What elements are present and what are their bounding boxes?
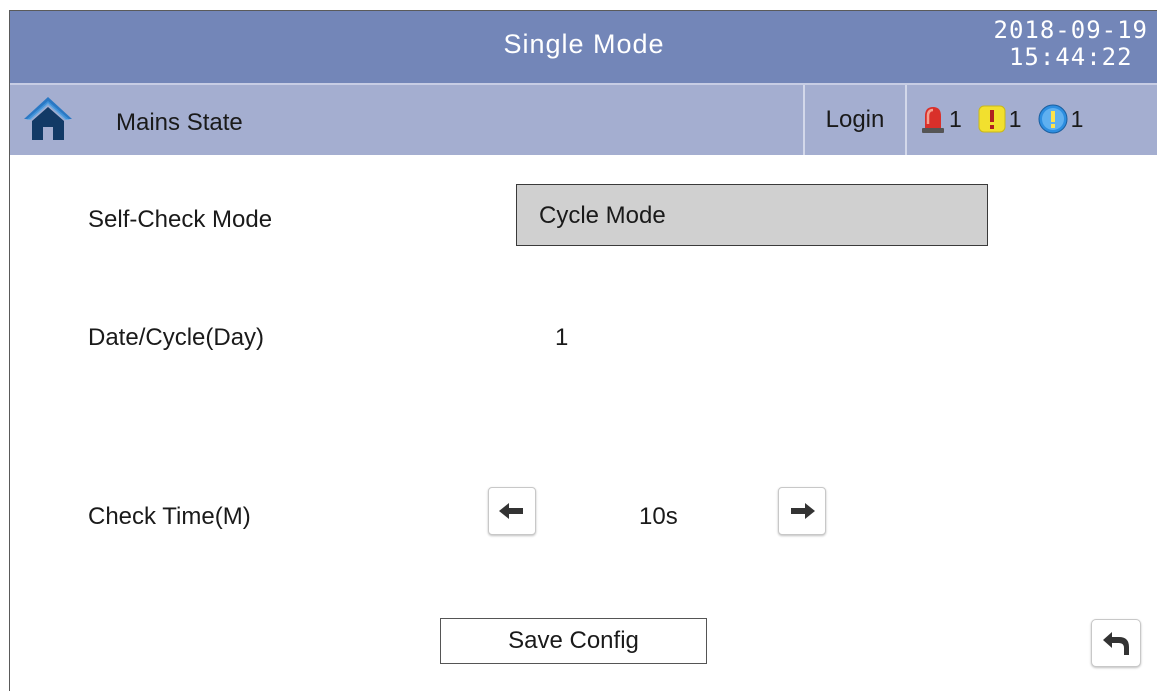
critical-alarm-indicator[interactable]: 1 xyxy=(920,104,962,134)
warning-icon xyxy=(978,105,1006,133)
info-icon xyxy=(1038,104,1068,134)
login-button[interactable]: Login xyxy=(805,85,905,155)
critical-alarm-count: 1 xyxy=(949,105,962,132)
save-config-button[interactable]: Save Config xyxy=(440,618,707,664)
info-alarm-count: 1 xyxy=(1070,105,1084,132)
check-time-increase-button[interactable] xyxy=(778,487,826,535)
self-check-mode-label: Self-Check Mode xyxy=(88,206,273,233)
siren-icon xyxy=(922,107,944,133)
date-cycle-value[interactable]: 1 xyxy=(555,324,568,352)
info-alarm-indicator[interactable]: 1 xyxy=(1038,104,1084,134)
title-bar: Single Mode 2018-09-19 15:44:22 xyxy=(10,11,1157,83)
warning-alarm-indicator[interactable]: 1 xyxy=(978,105,1022,133)
self-check-mode-value: Cycle Mode xyxy=(539,202,666,229)
date-text: 2018-09-19 xyxy=(993,16,1148,44)
check-time-value: 10s xyxy=(639,503,678,530)
arrow-right-icon xyxy=(791,503,815,519)
warning-alarm-count: 1 xyxy=(1008,105,1022,132)
alarm-indicators: 1 1 1 xyxy=(920,99,1095,139)
status-divider xyxy=(905,85,907,155)
self-check-mode-select[interactable]: Cycle Mode xyxy=(516,184,988,246)
home-button[interactable] xyxy=(22,95,74,141)
status-bar: Mains State Login 1 1 1 xyxy=(10,83,1157,155)
page-title: Single Mode xyxy=(503,29,665,59)
time-text: 15:44:22 xyxy=(1008,43,1133,71)
arrow-left-icon xyxy=(499,503,523,519)
mains-state-label: Mains State xyxy=(116,109,243,136)
check-time-decrease-button[interactable] xyxy=(488,487,536,535)
back-button[interactable] xyxy=(1091,619,1141,667)
datetime-display: 2018-09-19 15:44:22 xyxy=(994,17,1149,71)
screen: Single Mode 2018-09-19 15:44:22 Mains St… xyxy=(9,10,1157,691)
home-icon xyxy=(24,97,72,140)
date-cycle-label: Date/Cycle(Day) xyxy=(88,324,265,351)
return-icon xyxy=(1103,632,1129,655)
check-time-label: Check Time(M) xyxy=(88,503,251,530)
